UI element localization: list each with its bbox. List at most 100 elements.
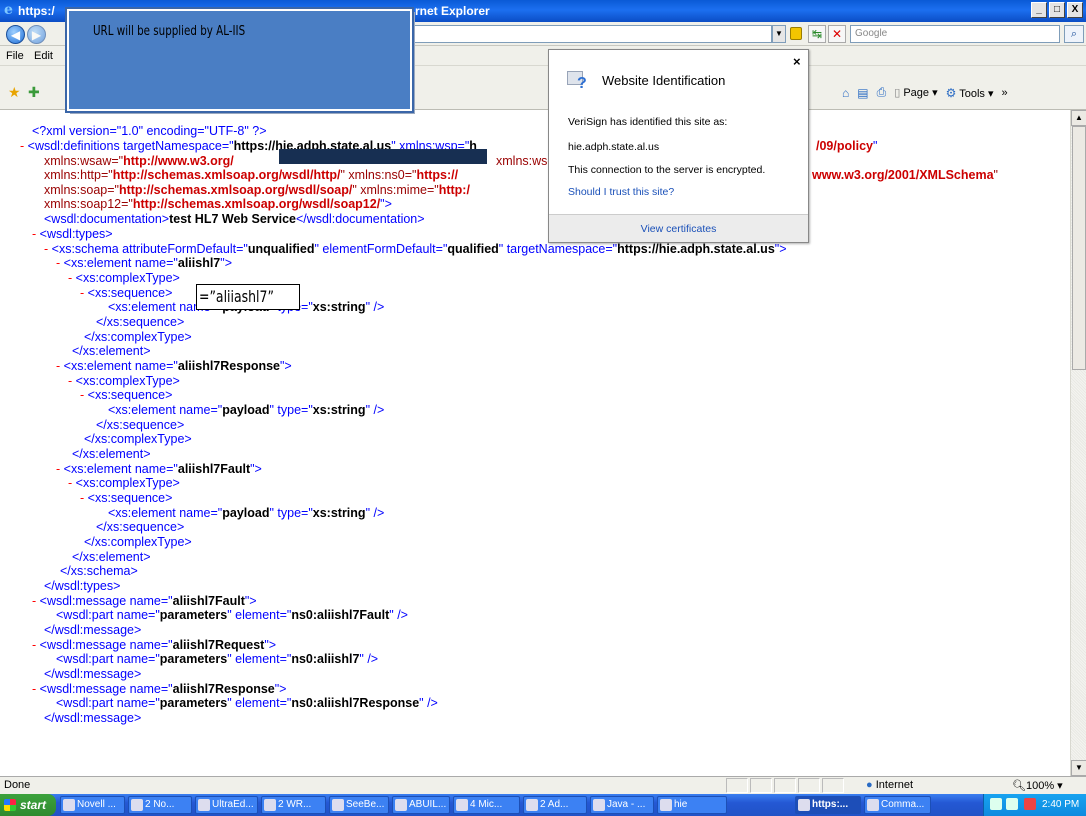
xml-attr: xmlns:wsaw=" (44, 154, 124, 168)
word-icon (456, 799, 468, 811)
view-certificates-button[interactable]: View certificates (549, 214, 808, 242)
tools-menu[interactable]: ⚙ Tools ▾ (946, 86, 994, 100)
trust-site-link[interactable]: Should I trust this site? (568, 186, 674, 198)
taskbar-item[interactable]: hie (657, 796, 727, 814)
xml-line: - <wsdl:message name="aliishl7Fault"> (32, 594, 257, 609)
collapse-toggle[interactable]: - (56, 256, 64, 270)
scroll-up-icon[interactable]: ▲ (1071, 110, 1086, 126)
refresh-icon[interactable]: ↹ (808, 25, 826, 43)
taskbar-item[interactable]: ABUIL... (392, 796, 450, 814)
collapse-toggle[interactable]: - (56, 462, 64, 476)
favorites-star-icon[interactable]: ★ (8, 84, 21, 101)
scroll-thumb[interactable] (1072, 126, 1086, 370)
popup-close-button[interactable]: × (793, 54, 801, 69)
tray-icon[interactable] (1006, 798, 1018, 810)
address-input[interactable] (412, 25, 772, 43)
xml-value: http:/ (438, 183, 470, 197)
xml-tag: " /> (365, 506, 385, 520)
xml-attr: " xmlns:mime=" (352, 183, 439, 197)
taskbar-item[interactable]: 2 No... (128, 796, 192, 814)
help-icon[interactable] (990, 798, 1002, 810)
collapse-toggle[interactable]: - (80, 388, 88, 402)
xml-line: <xs:element name="payload" type="xs:stri… (108, 403, 384, 418)
add-favorites-icon[interactable]: ✚ (28, 84, 40, 101)
xml-line: </xs:sequence> (96, 520, 184, 535)
xml-line: - <wsdl:message name="aliishl7Response"> (32, 682, 287, 697)
collapse-toggle[interactable]: - (32, 594, 40, 608)
xml-tag: <wsdl:message name=" (39, 594, 173, 608)
menu-edit[interactable]: Edit (34, 50, 53, 62)
maximize-button[interactable]: □ (1049, 2, 1065, 18)
search-icon[interactable]: ⌕ (1064, 25, 1084, 43)
security-alert-icon[interactable] (1024, 798, 1036, 810)
status-cell (726, 778, 748, 793)
collapse-toggle[interactable]: - (68, 271, 76, 285)
collapse-toggle[interactable]: - (32, 638, 40, 652)
taskbar-item[interactable]: Novell ... (60, 796, 125, 814)
feeds-icon[interactable]: ▤ (857, 86, 868, 100)
back-button[interactable]: ◀ (6, 25, 25, 44)
taskbar-item[interactable]: 2 WR... (261, 796, 326, 814)
taskbar-item[interactable]: SeeBe... (329, 796, 389, 814)
xml-value: payload (222, 506, 270, 520)
collapse-toggle[interactable]: - (44, 242, 52, 256)
address-dropdown-button[interactable]: ▼ (772, 25, 786, 43)
clock[interactable]: 2:40 PM (1042, 799, 1079, 810)
xml-line: </xs:element> (72, 447, 151, 462)
collapse-toggle[interactable]: - (80, 286, 88, 300)
collapse-toggle[interactable]: - (56, 359, 64, 373)
collapse-toggle[interactable]: - (20, 139, 28, 153)
collapse-toggle[interactable]: - (32, 682, 40, 696)
taskbar-item[interactable]: 4 Mic... (453, 796, 520, 814)
xml-value: http://schemas.xmlsoap.org/wsdl/soap12/ (132, 197, 381, 211)
taskbar-item[interactable]: Java - ... (590, 796, 654, 814)
taskbar-item-label: ABUIL... (409, 799, 447, 810)
status-bar: Done ● Internet 🔍︎100% ▾ (0, 776, 1086, 794)
zone-indicator[interactable]: ● Internet (866, 779, 913, 791)
xml-tag: " elementFormDefault=" (314, 242, 448, 256)
xml-tag: <xs:complexType> (75, 271, 180, 285)
taskbar-item-label: Comma... (881, 799, 925, 810)
collapse-toggle[interactable]: - (68, 476, 76, 490)
taskbar-item[interactable]: Comma... (864, 796, 931, 814)
scroll-down-icon[interactable]: ▼ (1071, 760, 1086, 776)
xml-value: http://schemas.xmlsoap.org/wsdl/http/ (112, 168, 341, 182)
status-cell (822, 778, 844, 793)
xml-tag: "> (250, 462, 262, 476)
close-button[interactable]: X (1067, 2, 1083, 18)
print-icon[interactable]: ⎙ (877, 85, 887, 100)
status-cell (774, 778, 796, 793)
xml-tag: <xs:sequence> (87, 491, 173, 505)
xml-attr: xmlns:soap=" (44, 183, 119, 197)
menu-file[interactable]: File (6, 50, 24, 62)
taskbar-item-label: 2 WR... (278, 799, 312, 810)
annotation-note: URL will be supplied by AL-IIS (65, 7, 414, 113)
home-icon[interactable]: ⌂ (842, 86, 849, 100)
xml-value: https:// (416, 168, 459, 182)
lock-icon[interactable] (790, 27, 802, 40)
taskbar-item[interactable]: 2 Ad... (523, 796, 587, 814)
vertical-scrollbar[interactable]: ▲ ▼ (1070, 110, 1086, 776)
search-input[interactable]: Google (850, 25, 1060, 43)
collapse-toggle[interactable]: - (80, 491, 88, 505)
page-menu[interactable]: ▯ Page ▾ (894, 86, 937, 99)
minimize-button[interactable]: _ (1031, 2, 1047, 18)
collapse-toggle[interactable]: - (32, 227, 40, 241)
xml-declaration: <?xml version="1.0" encoding="UTF-8" ?> (32, 124, 267, 138)
collapse-toggle[interactable]: - (68, 374, 76, 388)
toolbar-overflow[interactable]: » (1002, 87, 1008, 99)
taskbar-item[interactable]: UltraEd... (195, 796, 258, 814)
popup-title: Website Identification (602, 73, 726, 88)
stop-icon[interactable]: ✕ (828, 25, 846, 43)
taskbar-item-active[interactable]: https:... (795, 796, 861, 814)
forward-button[interactable]: ▶ (27, 25, 46, 44)
zoom-control[interactable]: 🔍︎100% ▾ (1012, 779, 1063, 792)
xml-line: </xs:element> (72, 344, 151, 359)
xml-tag: <xs:sequence> (87, 388, 173, 402)
taskbar-item-label: 2 Ad... (540, 799, 569, 810)
tools-menu-label: Tools (959, 87, 985, 100)
xml-tag: " /> (365, 403, 385, 417)
start-button[interactable]: start (0, 794, 56, 816)
website-identification-popup: × ? Website Identification VeriSign has … (548, 49, 809, 243)
xml-tag: <xs:schema attributeFormDefault=" (51, 242, 248, 256)
